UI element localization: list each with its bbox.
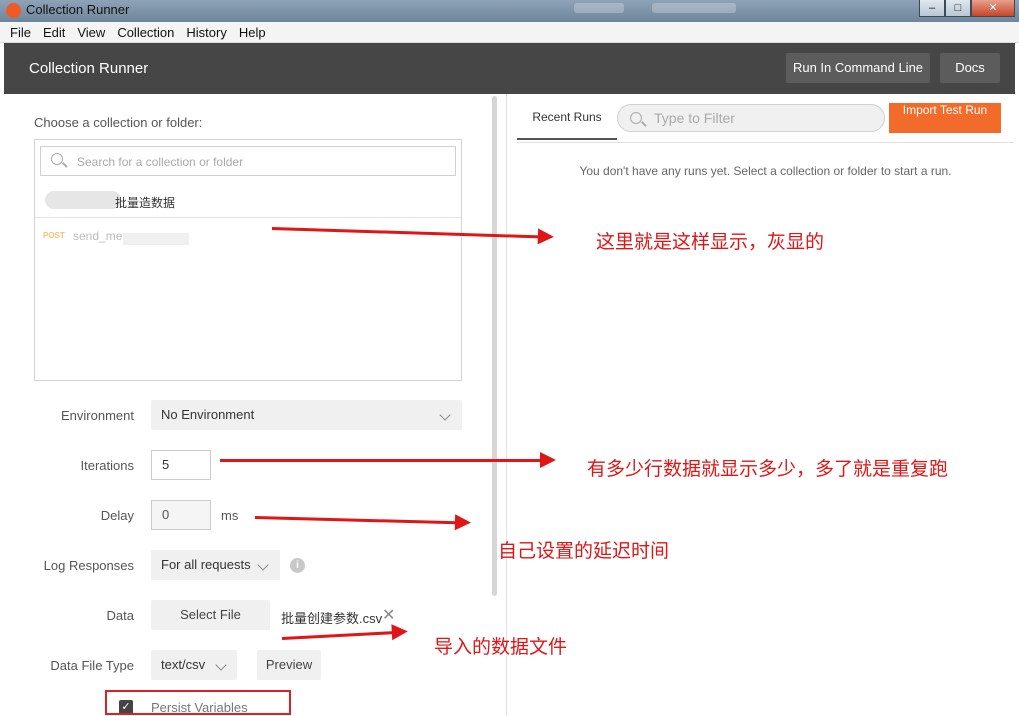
choose-collection-label: Choose a collection or folder:: [34, 115, 203, 130]
data-file-type-select[interactable]: text/csv: [151, 650, 237, 680]
annotation-note: 这里就是这样显示，灰显的: [596, 231, 825, 253]
chevron-down-icon: [257, 559, 269, 571]
import-test-run-button[interactable]: Import Test Run: [889, 103, 1001, 133]
request-name: send_me: [73, 229, 123, 243]
chevron-down-icon: [215, 659, 227, 671]
menu-bar: File Edit View Collection History Help: [0, 22, 1019, 43]
annotation-note: 导入的数据文件: [434, 636, 568, 658]
folder-name: 批量造数据: [115, 196, 176, 210]
annotation-arrow: [220, 452, 556, 468]
left-panel-scrollbar[interactable]: [492, 96, 497, 596]
collection-picker: Search for a collection or folder 批量造数据 …: [34, 139, 462, 381]
tab-recent-runs[interactable]: Recent Runs: [517, 94, 617, 140]
preview-button[interactable]: Preview: [257, 650, 321, 680]
runs-filter-placeholder: Type to Filter: [654, 110, 735, 126]
blurred-region: [45, 191, 121, 209]
chevron-down-icon: [439, 409, 451, 421]
docs-button[interactable]: Docs: [940, 53, 1000, 83]
collection-search-input[interactable]: Search for a collection or folder: [40, 146, 456, 176]
close-window-button[interactable]: ✕: [971, 0, 1015, 17]
iterations-input[interactable]: 5: [151, 450, 211, 480]
search-icon: [630, 112, 642, 124]
blurred-region: [574, 3, 624, 13]
environment-select[interactable]: No Environment: [151, 400, 462, 430]
blurred-region: [123, 233, 189, 245]
menu-help[interactable]: Help: [233, 25, 272, 40]
blurred-region: [652, 3, 736, 13]
annotation-highlight-box: [105, 690, 291, 715]
page-title: Collection Runner: [29, 60, 149, 77]
iterations-label: Iterations: [80, 458, 134, 473]
log-responses-label: Log Responses: [43, 558, 134, 573]
info-icon[interactable]: i: [290, 558, 305, 573]
environment-label: Environment: [61, 408, 134, 423]
log-responses-value: For all requests: [161, 557, 251, 572]
delay-input[interactable]: 0: [151, 500, 211, 530]
annotation-note: 有多少行数据就显示多少，多了就是重复跑: [587, 458, 949, 480]
postman-logo-icon: [6, 3, 21, 18]
minimize-button[interactable]: –: [919, 0, 945, 17]
log-responses-select[interactable]: For all requests: [151, 550, 280, 580]
tab-divider: [517, 142, 1014, 143]
search-icon: [51, 153, 63, 165]
menu-view[interactable]: View: [71, 25, 111, 40]
window-controls: – □ ✕: [919, 0, 1015, 17]
menu-edit[interactable]: Edit: [37, 25, 71, 40]
menu-history[interactable]: History: [180, 25, 232, 40]
menu-collection[interactable]: Collection: [111, 25, 180, 40]
annotation-note: 自己设置的延迟时间: [498, 540, 670, 562]
request-item: POST send_me: [35, 219, 461, 253]
remove-file-icon[interactable]: ✕: [382, 605, 395, 625]
run-in-command-line-button[interactable]: Run In Command Line: [786, 53, 930, 83]
collection-folder-item[interactable]: 批量造数据: [35, 182, 461, 218]
maximize-button[interactable]: □: [945, 0, 971, 17]
data-file-name: 批量创建参数.csv: [281, 611, 383, 626]
menu-file[interactable]: File: [4, 25, 37, 40]
runs-filter-input[interactable]: Type to Filter: [617, 104, 885, 132]
runner-header: Collection Runner Run In Command Line Do…: [4, 43, 1015, 94]
data-label: Data: [106, 608, 134, 623]
request-method-badge: POST: [43, 231, 65, 240]
delay-label: Delay: [100, 508, 134, 523]
recent-runs-panel: Recent Runs Type to Filter Import Test R…: [506, 94, 1015, 716]
environment-value: No Environment: [161, 407, 255, 422]
delay-unit: ms: [221, 508, 239, 523]
window-titlebar: Collection Runner – □ ✕: [0, 0, 1019, 22]
select-file-button[interactable]: Select File: [151, 600, 270, 630]
runner-config-panel: Choose a collection or folder: Search fo…: [4, 94, 506, 716]
window-title: Collection Runner: [26, 2, 130, 17]
data-file-type-value: text/csv: [161, 657, 206, 672]
empty-runs-message: You don't have any runs yet. Select a co…: [579, 164, 952, 178]
collection-search-placeholder: Search for a collection or folder: [77, 155, 244, 169]
data-file-type-label: Data File Type: [50, 658, 134, 673]
